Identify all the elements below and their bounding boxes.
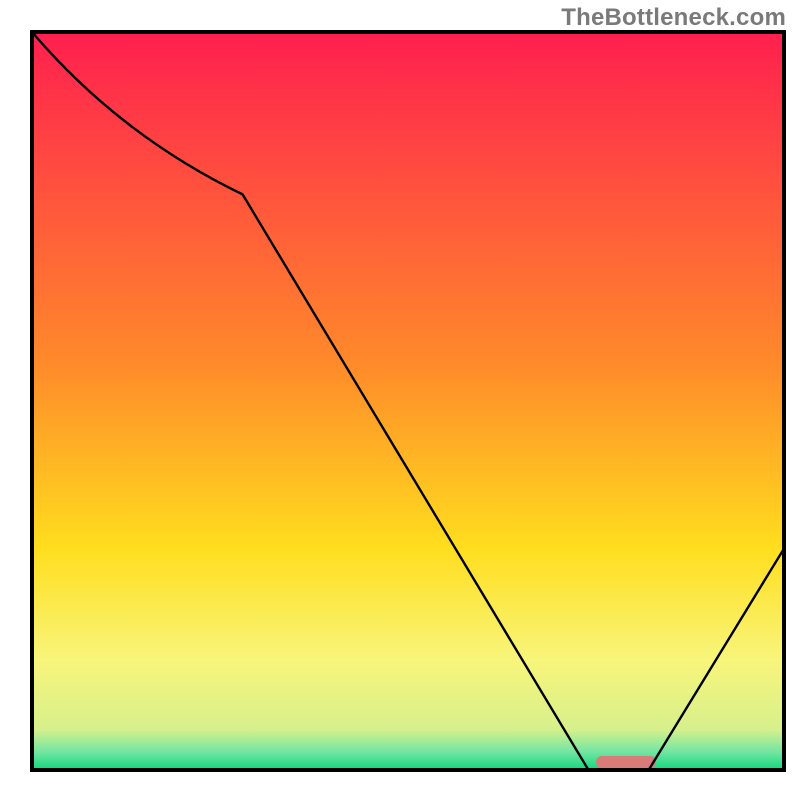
- bottleneck-chart: [0, 0, 800, 800]
- chart-canvas: TheBottleneck.com: [0, 0, 800, 800]
- target-marker: [596, 756, 656, 768]
- plot-background: [32, 32, 784, 770]
- watermark-text: TheBottleneck.com: [561, 4, 786, 32]
